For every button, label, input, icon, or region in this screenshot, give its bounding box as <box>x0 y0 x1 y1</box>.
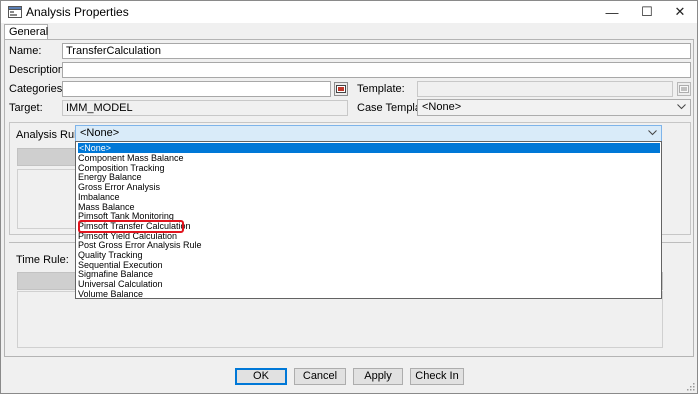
template-browse-icon <box>679 85 689 93</box>
title-bar[interactable]: Analysis Properties — ☐ ✕ <box>1 1 697 23</box>
dropdown-option[interactable]: Post Gross Error Analysis Rule <box>78 240 202 250</box>
tab-general[interactable]: General <box>4 24 48 40</box>
template-label: Template: <box>357 83 405 95</box>
name-input[interactable]: TransferCalculation <box>62 43 691 59</box>
analysis-rule-select[interactable]: <None> <box>75 125 662 142</box>
case-template-select[interactable]: <None> <box>417 99 691 116</box>
dropdown-option[interactable]: Gross Error Analysis <box>78 182 160 192</box>
close-icon: ✕ <box>674 4 686 19</box>
dropdown-option[interactable]: Quality Tracking <box>78 250 143 260</box>
template-browse-button[interactable] <box>677 82 691 96</box>
case-template-value: <None> <box>422 101 462 113</box>
chevron-down-icon <box>648 130 657 136</box>
dropdown-option-none[interactable]: <None> <box>78 143 660 153</box>
dropdown-option[interactable]: Volume Balance <box>78 289 143 299</box>
dropdown-option[interactable]: Mass Balance <box>78 202 135 212</box>
ok-button[interactable]: OK <box>235 368 287 385</box>
apply-button[interactable]: Apply <box>353 368 403 385</box>
analysis-rule-value: <None> <box>80 127 120 139</box>
dropdown-option[interactable]: Sequential Execution <box>78 260 163 270</box>
close-button[interactable]: ✕ <box>663 1 697 23</box>
categories-label: Categories: <box>9 83 66 95</box>
description-label: Description: <box>9 64 68 76</box>
window-title: Analysis Properties <box>26 5 129 19</box>
analysis-rule-toolbar <box>17 148 77 166</box>
chevron-down-icon <box>677 104 686 110</box>
categories-browse-button[interactable] <box>334 82 348 96</box>
target-label: Target: <box>9 102 43 114</box>
target-input: IMM_MODEL <box>62 100 348 116</box>
minimize-button[interactable]: — <box>595 1 629 23</box>
minimize-icon: — <box>605 4 619 20</box>
highlight-box <box>78 220 184 233</box>
dropdown-option[interactable]: Sigmafine Balance <box>78 269 153 279</box>
description-input[interactable] <box>62 62 691 78</box>
cancel-button[interactable]: Cancel <box>294 368 346 385</box>
app-window-icon <box>8 6 22 18</box>
maximize-button[interactable]: ☐ <box>630 1 664 23</box>
dropdown-option[interactable]: Imbalance <box>78 192 120 202</box>
analysis-properties-window: Analysis Properties — ☐ ✕ General Name: … <box>0 0 698 394</box>
dropdown-option[interactable]: Universal Calculation <box>78 279 163 289</box>
categories-input[interactable] <box>62 81 331 97</box>
analysis-rule-dropdown-list[interactable]: <None> Component Mass Balance Compositio… <box>75 141 662 299</box>
dropdown-option[interactable]: Energy Balance <box>78 172 142 182</box>
time-rule-label: Time Rule: <box>16 254 69 266</box>
analysis-rule-parameters-area <box>17 169 77 229</box>
maximize-icon: ☐ <box>641 4 653 19</box>
dropdown-option[interactable]: Component Mass Balance <box>78 153 184 163</box>
resize-grip-icon[interactable] <box>685 381 695 391</box>
time-rule-parameters-area <box>17 291 663 348</box>
name-label: Name: <box>9 45 42 57</box>
template-input <box>417 81 673 97</box>
categories-browse-icon <box>336 85 346 93</box>
check-in-button[interactable]: Check In <box>410 368 464 385</box>
dropdown-option[interactable]: Composition Tracking <box>78 163 165 173</box>
